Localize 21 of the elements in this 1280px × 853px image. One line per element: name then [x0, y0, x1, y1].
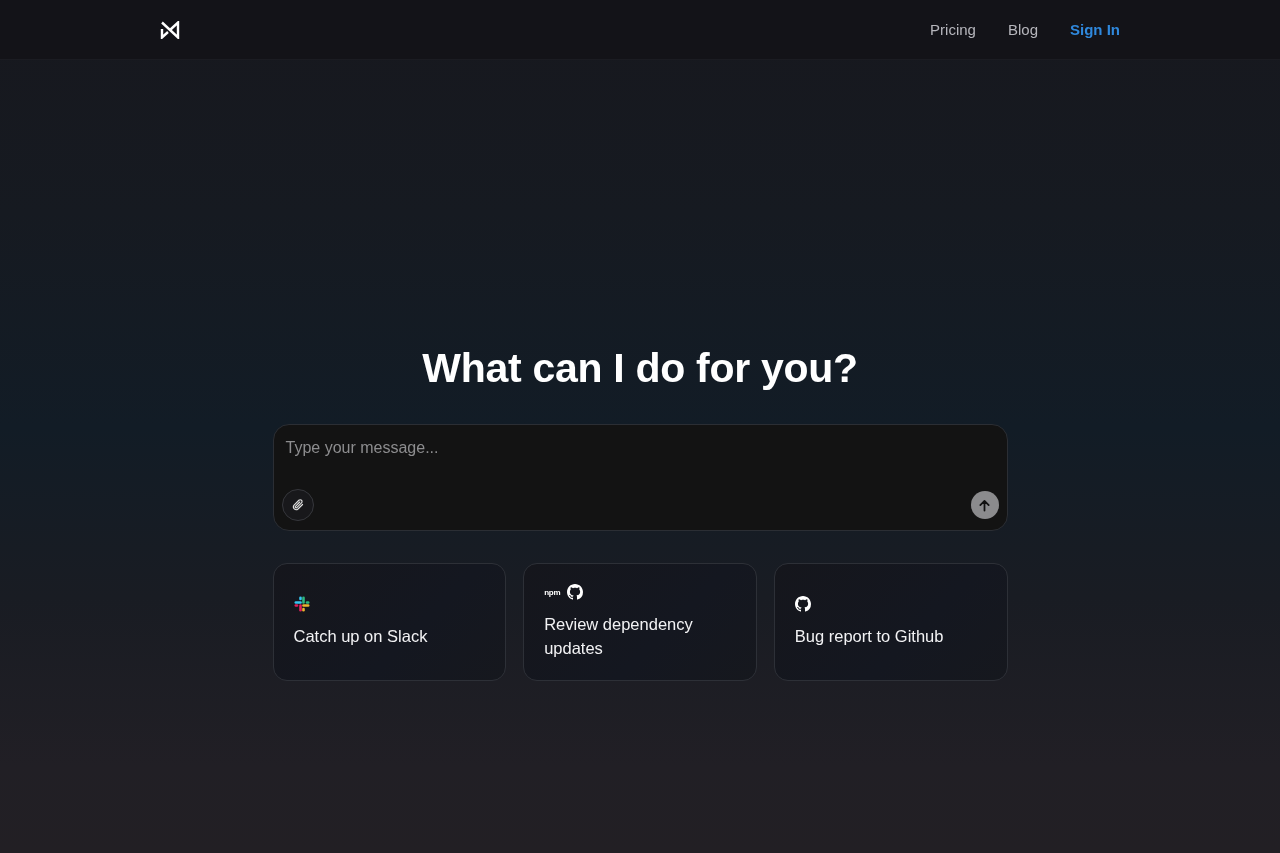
paperclip-icon	[290, 498, 305, 512]
nav-link[interactable]: Pricing	[930, 21, 976, 38]
npm-wordmark: npm	[544, 587, 561, 597]
message-composer[interactable]: Type your message...	[272, 424, 1008, 531]
logo-icon[interactable]	[160, 20, 180, 39]
message-field[interactable]: Type your message...	[281, 437, 999, 467]
suggestion-card[interactable]: Catch up on Slack	[272, 563, 507, 681]
github-icon	[794, 596, 811, 612]
attach-button[interactable]	[281, 489, 314, 521]
suggestion-label: Catch up on Slack	[293, 626, 429, 647]
arrow-up-icon	[978, 498, 991, 512]
suggestion-card[interactable]: Bug report to Github	[773, 563, 1008, 681]
nav-link[interactable]: Blog	[1007, 21, 1038, 38]
suggestion-label: Bug report to Github	[794, 626, 945, 647]
slack-icon	[293, 596, 310, 612]
suggestion-card[interactable]: npm Review dependency updates	[523, 563, 757, 681]
send-button[interactable]	[970, 491, 999, 519]
suggestion-label: Review dependency updates	[544, 614, 694, 659]
github-icon	[567, 584, 584, 600]
page-heading: What can I do for you?	[422, 344, 858, 392]
nav-link[interactable]: Sign In	[1070, 21, 1120, 38]
